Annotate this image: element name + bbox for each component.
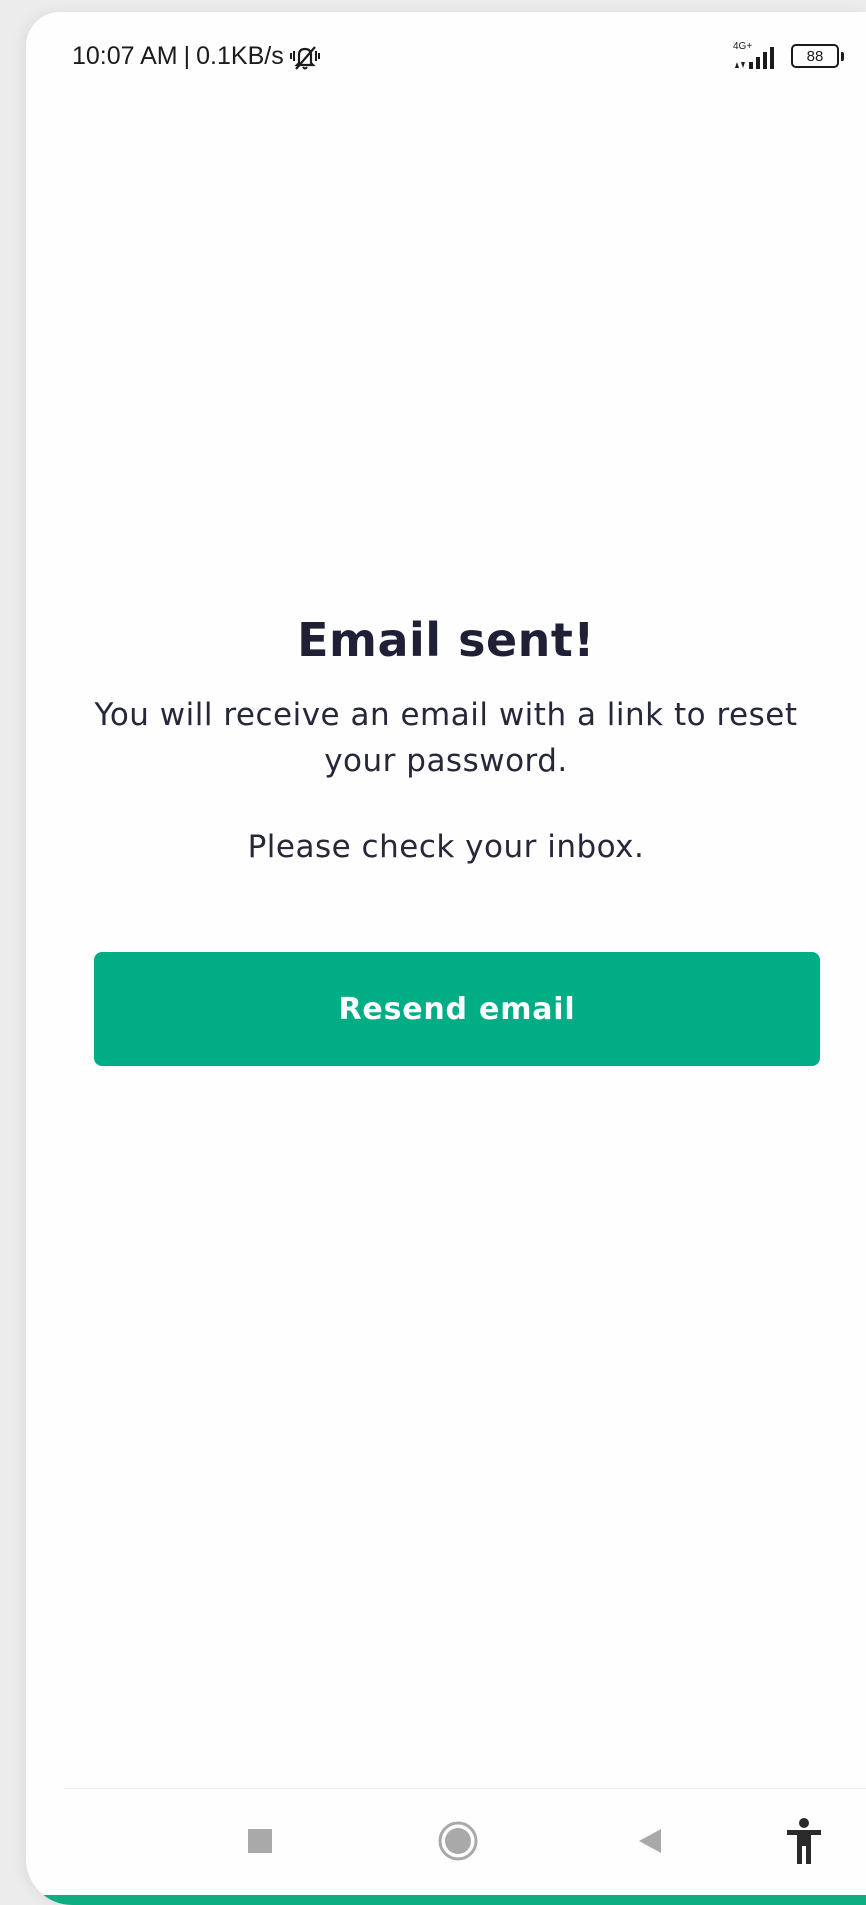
battery-tip [841, 51, 844, 61]
home-icon [437, 1820, 479, 1866]
home-button[interactable] [418, 1803, 498, 1883]
recents-button[interactable] [220, 1803, 300, 1883]
back-button[interactable] [610, 1803, 690, 1883]
network-speed: 0.1KB/s [196, 42, 284, 70]
status-time: 10:07 AM [72, 42, 178, 70]
screen-edge [26, 1895, 866, 1905]
navigation-bar [26, 1789, 866, 1895]
resend-email-button[interactable]: Resend email [94, 952, 820, 1066]
phone-screen: 10:07 AM | 0.1KB/s 4G+ 88 Email sent! Yo… [26, 12, 866, 1905]
battery-level: 88 [806, 47, 824, 65]
page-title: Email sent! [297, 613, 595, 667]
network-type-label: 4G+ [733, 41, 752, 52]
accessibility-button[interactable] [764, 1803, 844, 1883]
signal-icon: 4G+ [727, 38, 783, 74]
confirmation-message: You will receive an email with a link to… [94, 697, 798, 779]
status-bar: 10:07 AM | 0.1KB/s 4G+ 88 [26, 12, 866, 102]
confirmation-panel: Email sent! You will receive an email wi… [26, 602, 866, 870]
accessibility-icon [784, 1817, 824, 1869]
status-right: 4G+ 88 [727, 38, 844, 74]
back-icon [635, 1826, 665, 1860]
status-separator: | [183, 42, 191, 70]
mute-icon [288, 43, 322, 71]
recents-icon [246, 1827, 274, 1859]
inbox-hint: Please check your inbox. [247, 829, 645, 865]
status-left: 10:07 AM | 0.1KB/s [72, 42, 322, 71]
battery-icon: 88 [791, 44, 839, 68]
